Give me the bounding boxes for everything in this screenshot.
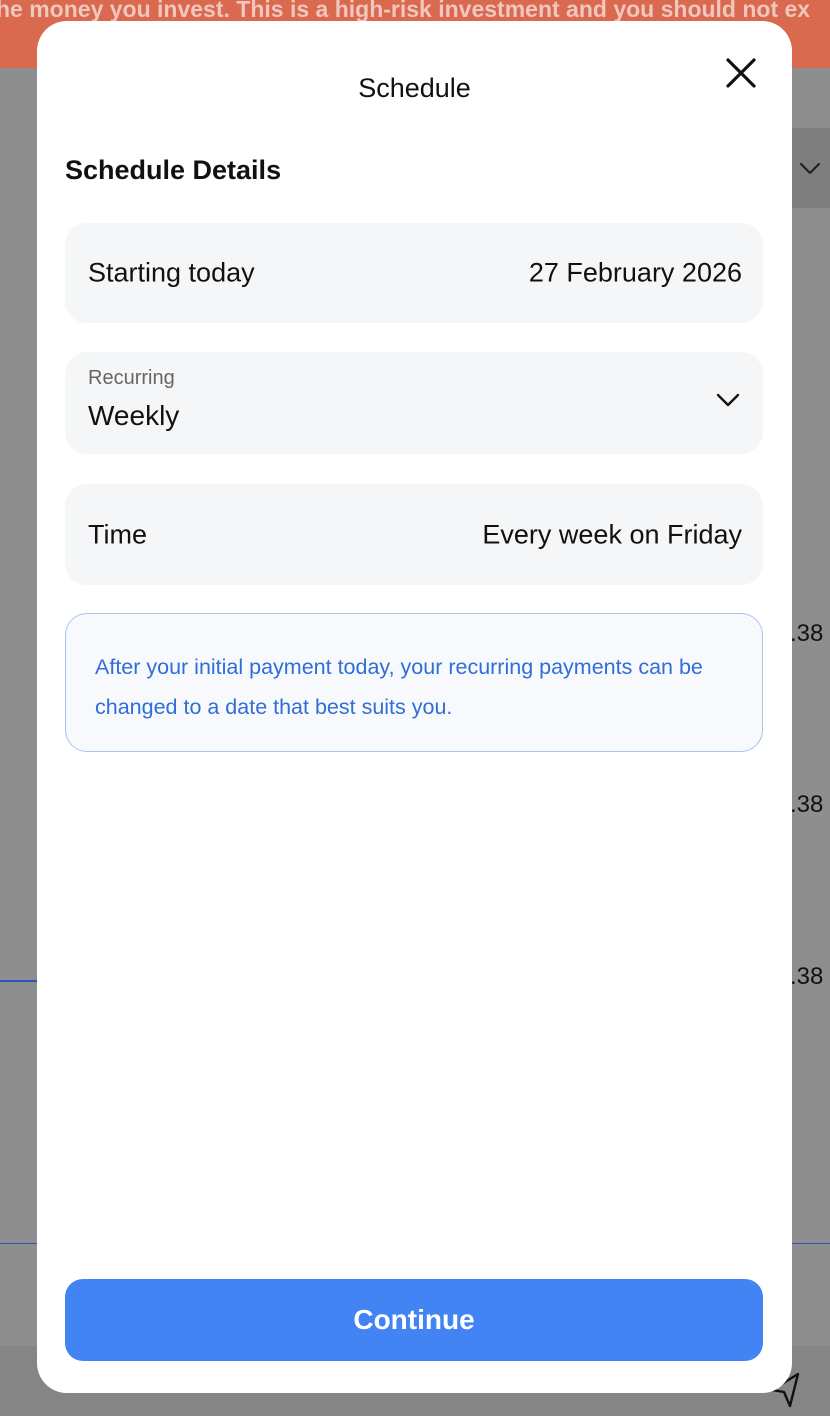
start-date-label: Starting today xyxy=(88,257,255,288)
background-divider xyxy=(790,1243,830,1244)
chevron-down-icon xyxy=(799,162,821,175)
info-text: After your initial payment today, your r… xyxy=(95,655,703,719)
background-divider xyxy=(0,1243,40,1244)
background-value: .38 xyxy=(790,620,824,647)
background-value: .38 xyxy=(790,963,824,990)
risk-warning-text: he money you invest. This is a high-risk… xyxy=(0,0,811,22)
recurring-select[interactable]: Recurring Weekly xyxy=(65,352,763,454)
recurring-label: Recurring xyxy=(88,367,175,389)
continue-button[interactable]: Continue xyxy=(65,1279,763,1361)
time-row: Time Every week on Friday xyxy=(65,484,763,585)
background-value: .38 xyxy=(790,791,824,818)
recurring-value: Weekly xyxy=(88,400,180,431)
time-label: Time xyxy=(88,519,147,549)
modal-title: Schedule xyxy=(358,73,471,103)
background-chart-line xyxy=(0,980,40,982)
chevron-down-icon xyxy=(716,393,740,407)
start-date-value: 27 February 2026 xyxy=(528,257,742,288)
start-date-row: Starting today 27 February 2026 xyxy=(65,223,763,323)
info-box: After your initial payment today, your r… xyxy=(65,613,763,752)
time-value: Every week on Friday xyxy=(482,519,742,549)
close-icon xyxy=(726,58,756,88)
close-button[interactable] xyxy=(722,54,760,92)
section-title: Schedule Details xyxy=(65,155,282,185)
schedule-modal: Schedule Schedule Details Starting today… xyxy=(37,21,792,1393)
